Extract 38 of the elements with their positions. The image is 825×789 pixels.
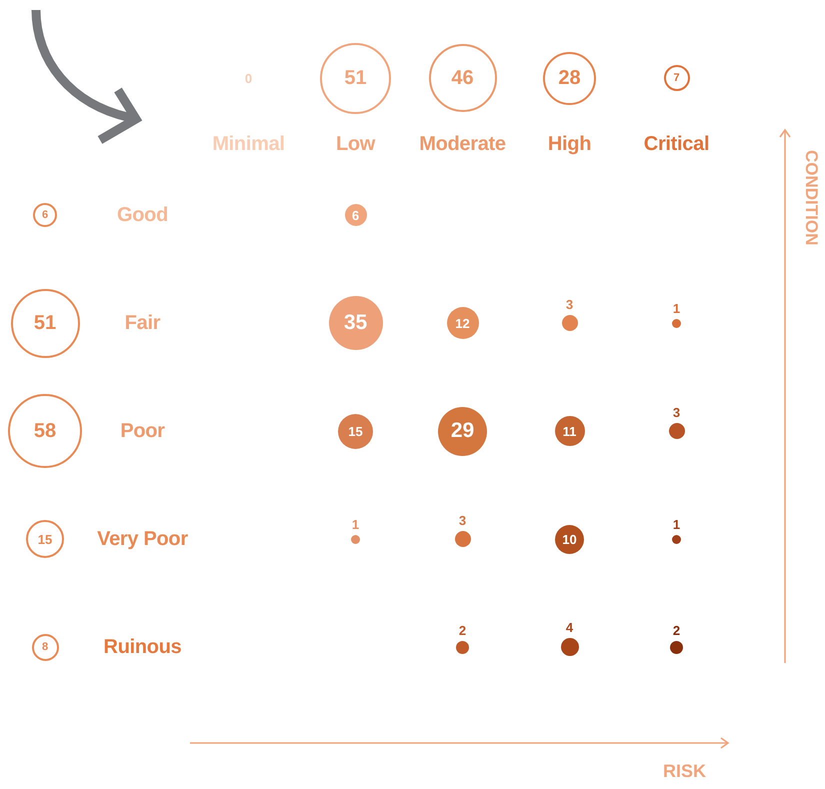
count-label: 3	[672, 405, 680, 420]
count-label: 1	[672, 516, 680, 532]
count-label: 3	[566, 297, 574, 312]
total-ring: 28	[543, 52, 596, 104]
total-label: 0	[244, 70, 252, 86]
total-ring: 51	[320, 42, 391, 114]
count-label: 2	[458, 622, 466, 638]
risk-axis-label: RISK	[662, 761, 706, 782]
total-ring: 7	[664, 65, 690, 91]
condition-label: Good	[116, 204, 168, 226]
risk-label: Low	[336, 133, 376, 156]
count-bubble: 6	[344, 204, 366, 226]
count-label: 2	[672, 622, 680, 638]
count-bubble: 35	[328, 296, 382, 350]
risk-label: High	[548, 133, 592, 156]
count-label: 4	[566, 620, 574, 635]
count-label: 1	[672, 300, 680, 316]
count-bubble: 10	[555, 524, 584, 554]
count-bubble: 11	[554, 416, 584, 446]
condition-label: Poor	[120, 420, 165, 442]
condition-label: Ruinous	[104, 636, 182, 658]
count-label: 1	[352, 516, 360, 532]
risk-label: Moderate	[419, 133, 506, 156]
count-label: 3	[458, 513, 466, 528]
count-bubble: 12	[446, 307, 478, 339]
risk-label: Minimal	[212, 133, 285, 156]
total-ring: 15	[26, 520, 64, 558]
total-ring: 46	[428, 44, 496, 112]
condition-axis-label: CONDITION	[801, 150, 821, 246]
risk-label: Critical	[644, 133, 710, 156]
count-bubble: 15	[338, 414, 373, 448]
condition-label: Very Poor	[97, 528, 188, 550]
total-ring: 8	[32, 634, 58, 660]
total-ring: 6	[33, 203, 57, 227]
condition-label: Fair	[124, 312, 160, 334]
total-ring: 51	[10, 288, 80, 358]
total-ring: 58	[8, 394, 82, 468]
count-bubble: 29	[438, 406, 487, 456]
